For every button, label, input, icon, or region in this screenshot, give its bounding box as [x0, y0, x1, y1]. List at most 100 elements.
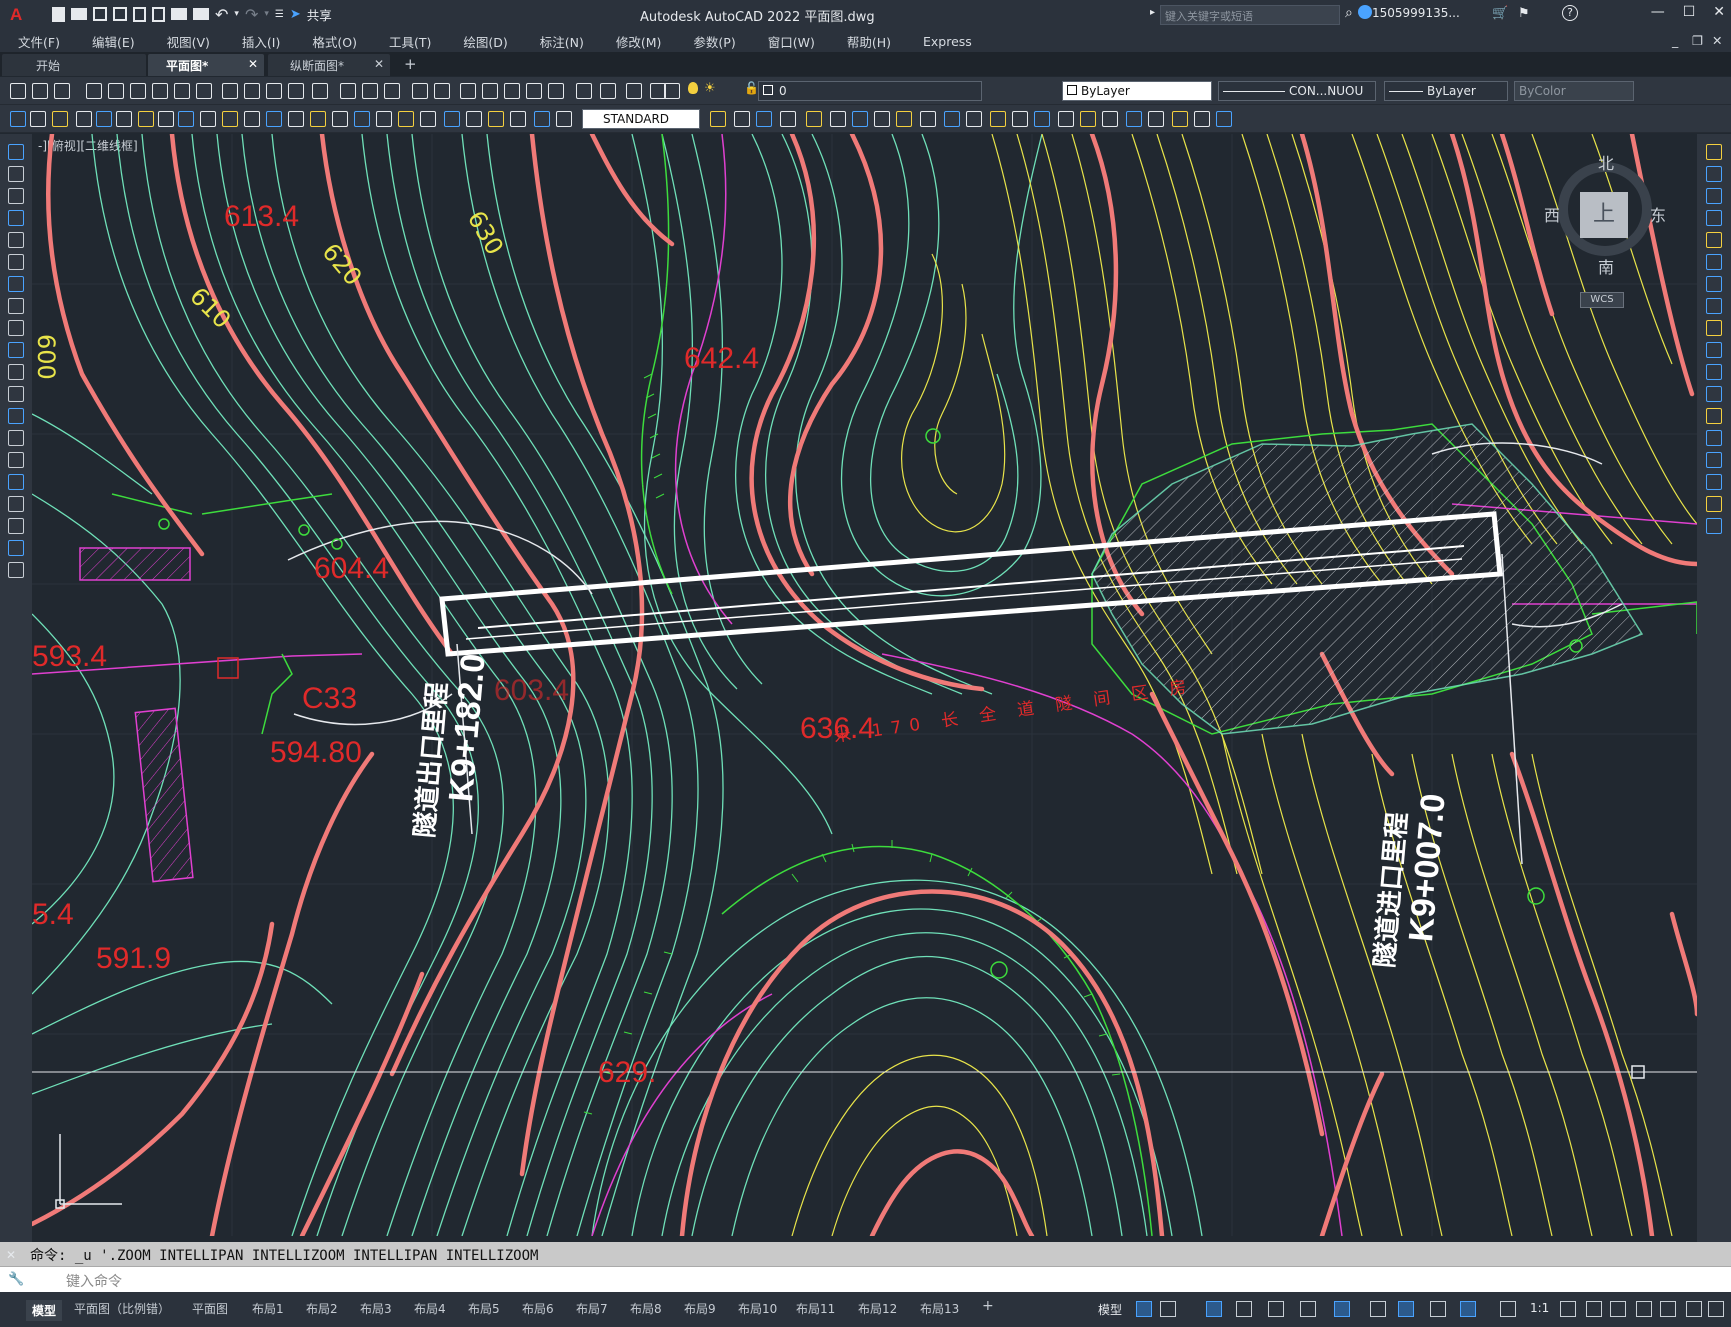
update-icon[interactable] [420, 111, 436, 127]
save-as-icon[interactable] [113, 7, 127, 21]
break-icon[interactable] [1706, 408, 1722, 424]
ucs-tool-icon[interactable] [510, 111, 526, 127]
viewcube-top-face[interactable]: 上 [1580, 192, 1628, 238]
new-tab-icon[interactable]: + [404, 55, 417, 73]
layout-tab[interactable]: 布局9 [684, 1300, 716, 1317]
layer-tool-icon[interactable] [466, 111, 482, 127]
menu-tools[interactable]: 工具(T) [371, 32, 445, 51]
grid-icon[interactable] [1136, 1301, 1152, 1317]
print-icon[interactable] [193, 8, 209, 20]
annotation-scale[interactable]: 1:1 [1530, 1301, 1549, 1315]
ellipse-icon[interactable] [8, 342, 24, 358]
center-mark-icon[interactable] [990, 111, 1006, 127]
quick-dim-icon[interactable] [178, 111, 194, 127]
arc-icon[interactable] [8, 254, 24, 270]
selection-cycling-icon[interactable] [1430, 1301, 1446, 1317]
redo-icon[interactable]: ↷ [245, 5, 258, 24]
compass-north[interactable]: 北 [1598, 150, 1614, 174]
menu-dimension[interactable]: 标注(N) [522, 32, 598, 51]
menu-help[interactable]: 帮助(H) [829, 32, 905, 51]
open-icon[interactable] [600, 83, 616, 99]
help-icon[interactable]: ? [1562, 5, 1578, 21]
cart-icon[interactable]: 🛒 [1492, 6, 1508, 21]
window-icon[interactable] [362, 83, 378, 99]
open-icon[interactable] [32, 83, 48, 99]
mirror-icon[interactable] [1706, 188, 1722, 204]
sheet-icon[interactable] [460, 83, 476, 99]
continue-icon[interactable] [222, 111, 238, 127]
wcs-menu[interactable]: WCS [1580, 292, 1624, 308]
user-account[interactable]: 1505999135... [1372, 6, 1460, 20]
menu-modify[interactable]: 修改(M) [598, 32, 676, 51]
snap-icon[interactable] [1160, 1301, 1176, 1317]
blend-icon[interactable] [1706, 496, 1722, 512]
hatch-icon[interactable] [8, 452, 24, 468]
customize-icon[interactable] [1708, 1301, 1724, 1317]
layout-tab[interactable]: 布局8 [630, 1300, 662, 1317]
baseline-icon[interactable] [874, 111, 890, 127]
print-icon[interactable] [86, 83, 102, 99]
quick-properties-icon[interactable] [1636, 1301, 1652, 1317]
match-icon[interactable] [244, 83, 260, 99]
text-style-combo[interactable]: STANDARD [582, 109, 700, 129]
new-file-icon[interactable] [52, 6, 65, 22]
compass-east[interactable]: 东 [1650, 202, 1666, 226]
dim-ordinate-icon[interactable] [76, 111, 92, 127]
redo-icon[interactable] [288, 83, 304, 99]
save-icon[interactable] [626, 83, 642, 99]
array-icon[interactable] [1706, 232, 1722, 248]
user-icon[interactable] [1358, 5, 1372, 19]
extend-icon[interactable] [1706, 364, 1722, 380]
save-icon[interactable] [54, 83, 70, 99]
color-combo[interactable]: ByLayer [1062, 81, 1212, 101]
layout-tab[interactable]: 布局6 [522, 1300, 554, 1317]
lineweight-icon[interactable] [1370, 1301, 1386, 1317]
space-icon[interactable] [920, 111, 936, 127]
scale-icon[interactable] [1706, 298, 1722, 314]
gradient-icon[interactable] [8, 474, 24, 490]
new-icon[interactable] [576, 83, 592, 99]
new-icon[interactable] [10, 83, 26, 99]
annotation-monitor-icon[interactable] [1586, 1301, 1602, 1317]
linetype-combo[interactable]: CON...NUOU [1218, 81, 1376, 101]
insert-block-icon[interactable] [8, 386, 24, 402]
plot-icon[interactable] [152, 83, 168, 99]
fillet-icon[interactable] [1706, 474, 1722, 490]
units-icon[interactable] [1610, 1301, 1626, 1317]
layout-tab[interactable]: 布局1 [252, 1300, 284, 1317]
jog-line-icon[interactable] [1034, 111, 1050, 127]
calc-icon[interactable] [504, 83, 520, 99]
menu-view[interactable]: 视图(V) [149, 32, 224, 51]
break-point-icon[interactable] [1706, 386, 1722, 402]
center-mark-icon[interactable] [310, 111, 326, 127]
search-icon[interactable]: ⌕ [1345, 5, 1353, 21]
viewcube[interactable]: 上 北 南 西 东 WCS [1544, 154, 1666, 308]
save-web-icon[interactable] [152, 6, 165, 22]
auto-scale-icon[interactable] [1500, 1301, 1516, 1317]
inspect-icon[interactable] [1012, 111, 1028, 127]
dim-angular-icon[interactable] [830, 111, 846, 127]
continue-icon[interactable] [896, 111, 912, 127]
cut-icon[interactable] [174, 83, 190, 99]
publish-icon[interactable] [130, 83, 146, 99]
polyline-icon[interactable] [8, 188, 24, 204]
copy-icon[interactable] [196, 83, 212, 99]
dim-diameter-icon[interactable] [138, 111, 154, 127]
fullscreen-icon[interactable] [1686, 1301, 1702, 1317]
markup-icon[interactable] [482, 83, 498, 99]
drawing-canvas[interactable]: -][俯视][二维线框] 613.4 642.4 604.4 593.4 C33… [32, 134, 1697, 1236]
stretch-icon[interactable] [1706, 320, 1722, 336]
layout-tab[interactable]: 布局2 [306, 1300, 338, 1317]
preview-icon[interactable] [108, 83, 124, 99]
add-layout-icon[interactable]: + [982, 1298, 994, 1314]
make-block-icon[interactable] [8, 408, 24, 424]
dim-arc-icon[interactable] [52, 111, 68, 127]
point-icon[interactable] [8, 430, 24, 446]
command-input[interactable]: 键入命令 [0, 1266, 1731, 1292]
baseline-icon[interactable] [200, 111, 216, 127]
dim-aligned-icon[interactable] [556, 111, 572, 127]
close-icon[interactable]: ✕ [248, 57, 258, 71]
open-file-icon[interactable] [71, 8, 87, 20]
update-icon[interactable] [1102, 111, 1118, 127]
break-icon[interactable] [266, 111, 282, 127]
